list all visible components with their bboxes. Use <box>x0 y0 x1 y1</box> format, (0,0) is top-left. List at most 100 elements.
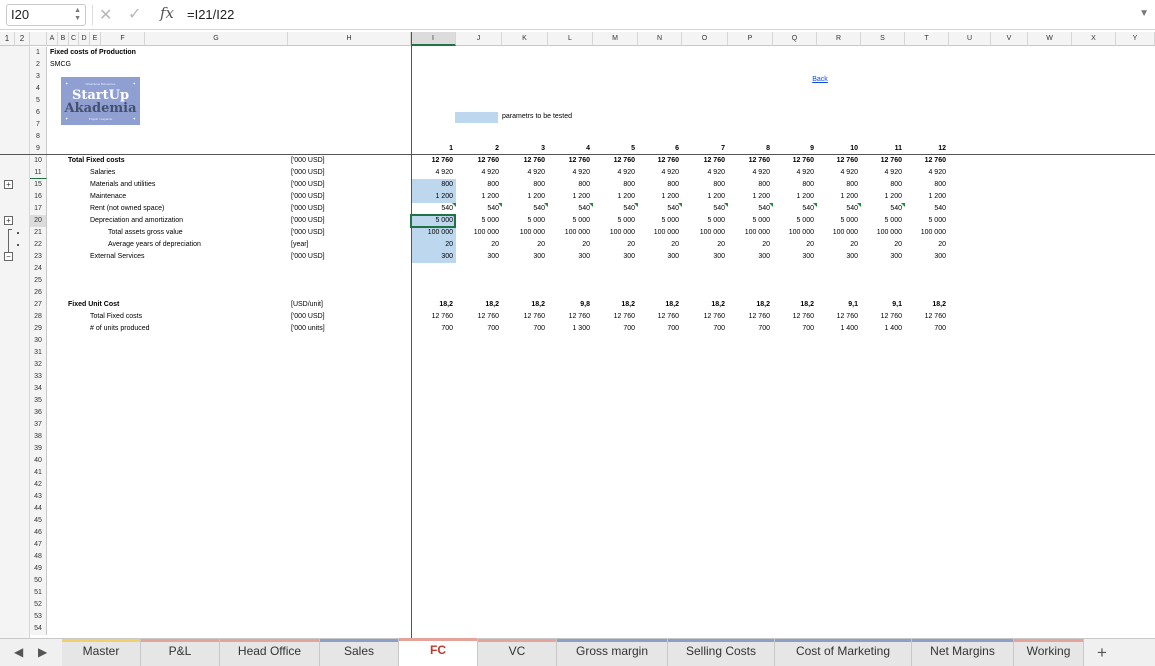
row-header[interactable]: 24 <box>30 263 47 275</box>
row-header[interactable]: 49 <box>30 563 47 575</box>
row-header[interactable]: 17 <box>30 203 47 215</box>
value-cell[interactable]: 12 760 <box>456 155 499 167</box>
value-cell[interactable]: 100 000 <box>905 227 946 239</box>
select-all-corner[interactable] <box>30 32 47 46</box>
row-label[interactable]: # of units produced <box>90 323 290 335</box>
sheet-tab-vc[interactable]: VC <box>478 639 557 666</box>
value-cell[interactable]: 18,2 <box>728 299 770 311</box>
row-header[interactable]: 30 <box>30 335 47 347</box>
error-indicator-icon[interactable] <box>452 203 456 207</box>
value-cell[interactable]: 4 920 <box>773 167 814 179</box>
value-cell[interactable]: 4 920 <box>548 167 590 179</box>
value-cell[interactable]: 300 <box>773 251 814 263</box>
formula-input[interactable]: =I21/I22 <box>187 7 234 22</box>
value-cell[interactable]: 20 <box>593 239 635 251</box>
value-cell[interactable]: 18,2 <box>638 299 679 311</box>
value-cell[interactable]: 18,2 <box>411 299 453 311</box>
error-indicator-icon[interactable] <box>901 203 905 207</box>
value-cell[interactable]: 300 <box>502 251 545 263</box>
value-cell[interactable]: 1 200 <box>593 191 635 203</box>
value-cell[interactable]: 1 200 <box>411 191 453 203</box>
column-header-i[interactable]: I <box>411 32 456 46</box>
row-header[interactable]: 10 <box>30 155 47 167</box>
value-cell[interactable]: 9,1 <box>861 299 902 311</box>
value-cell[interactable]: 4 920 <box>411 167 453 179</box>
value-cell[interactable]: 5 000 <box>817 215 858 227</box>
value-cell[interactable]: 300 <box>593 251 635 263</box>
value-cell[interactable]: 540 <box>593 203 635 215</box>
value-cell[interactable]: 800 <box>502 179 545 191</box>
row-header[interactable]: 27 <box>30 299 47 311</box>
value-cell[interactable]: 4 920 <box>905 167 946 179</box>
unit-label[interactable]: ['000 USD] <box>291 191 411 203</box>
value-cell[interactable]: 9,1 <box>817 299 858 311</box>
value-cell[interactable]: 12 760 <box>411 155 453 167</box>
value-cell[interactable]: 5 000 <box>593 215 635 227</box>
value-cell[interactable]: 1 200 <box>638 191 679 203</box>
sheet-subtitle[interactable]: SMCG <box>50 59 150 71</box>
row-header[interactable]: 41 <box>30 467 47 479</box>
value-cell[interactable]: 540 <box>456 203 499 215</box>
unit-label[interactable]: ['000 USD] <box>291 179 411 191</box>
value-cell[interactable]: 12 760 <box>593 155 635 167</box>
row-header[interactable]: 40 <box>30 455 47 467</box>
value-cell[interactable]: 300 <box>456 251 499 263</box>
row-header[interactable]: 32 <box>30 359 47 371</box>
row-header[interactable]: 51 <box>30 587 47 599</box>
unit-label[interactable]: [USD/unit] <box>291 299 411 311</box>
row-label[interactable]: Maintenace <box>90 191 290 203</box>
sheet-title[interactable]: Fixed costs of Production <box>50 47 250 59</box>
row-header[interactable]: 21 <box>30 227 47 239</box>
row-label[interactable]: Rent (not owned space) <box>90 203 290 215</box>
row-header[interactable]: 23 <box>30 251 47 263</box>
error-indicator-icon[interactable] <box>544 203 548 207</box>
value-cell[interactable]: 700 <box>773 323 814 335</box>
row-header[interactable]: 15 <box>30 179 47 191</box>
value-cell[interactable]: 540 <box>905 203 946 215</box>
value-cell[interactable]: 18,2 <box>773 299 814 311</box>
value-cell[interactable]: 700 <box>728 323 770 335</box>
column-header-h[interactable]: H <box>288 32 411 46</box>
unit-label[interactable]: ['000 USD] <box>291 167 411 179</box>
row-label[interactable]: Total assets gross value <box>108 227 308 239</box>
value-cell[interactable]: 100 000 <box>861 227 902 239</box>
value-cell[interactable]: 20 <box>548 239 590 251</box>
row-header[interactable]: 7 <box>30 119 47 131</box>
value-cell[interactable]: 800 <box>548 179 590 191</box>
row-header[interactable]: 53 <box>30 611 47 623</box>
value-cell[interactable]: 4 920 <box>728 167 770 179</box>
value-cell[interactable]: 1 200 <box>861 191 902 203</box>
column-header-m[interactable]: M <box>593 32 638 46</box>
row-header[interactable]: 4 <box>30 83 47 95</box>
outline-level-2-button[interactable]: 2 <box>15 32 30 46</box>
value-cell[interactable]: 12 760 <box>773 311 814 323</box>
error-indicator-icon[interactable] <box>498 203 502 207</box>
value-cell[interactable]: 5 000 <box>456 215 499 227</box>
error-indicator-icon[interactable] <box>589 203 593 207</box>
value-cell[interactable]: 20 <box>682 239 725 251</box>
error-indicator-icon[interactable] <box>724 203 728 207</box>
value-cell[interactable]: 1 200 <box>817 191 858 203</box>
row-label[interactable]: Materials and utilities <box>90 179 290 191</box>
row-header[interactable]: 28 <box>30 311 47 323</box>
value-cell[interactable]: 12 760 <box>411 311 453 323</box>
value-cell[interactable]: 12 760 <box>548 311 590 323</box>
value-cell[interactable]: 5 000 <box>728 215 770 227</box>
row-header[interactable]: 35 <box>30 395 47 407</box>
value-cell[interactable]: 700 <box>502 323 545 335</box>
value-cell[interactable]: 800 <box>638 179 679 191</box>
unit-label[interactable]: ['000 USD] <box>291 251 411 263</box>
column-header-r[interactable]: R <box>817 32 861 46</box>
error-indicator-icon[interactable] <box>813 203 817 207</box>
column-header-w[interactable]: W <box>1028 32 1072 46</box>
value-cell[interactable]: 700 <box>456 323 499 335</box>
sheet-tab-p-l[interactable]: P&L <box>141 639 220 666</box>
value-cell[interactable]: 18,2 <box>682 299 725 311</box>
row-header[interactable]: 20 <box>30 215 47 227</box>
row-header[interactable]: 34 <box>30 383 47 395</box>
column-header-k[interactable]: K <box>502 32 548 46</box>
value-cell[interactable]: 4 920 <box>638 167 679 179</box>
value-cell[interactable]: 800 <box>728 179 770 191</box>
column-header-v[interactable]: V <box>991 32 1028 46</box>
row-header[interactable]: 50 <box>30 575 47 587</box>
